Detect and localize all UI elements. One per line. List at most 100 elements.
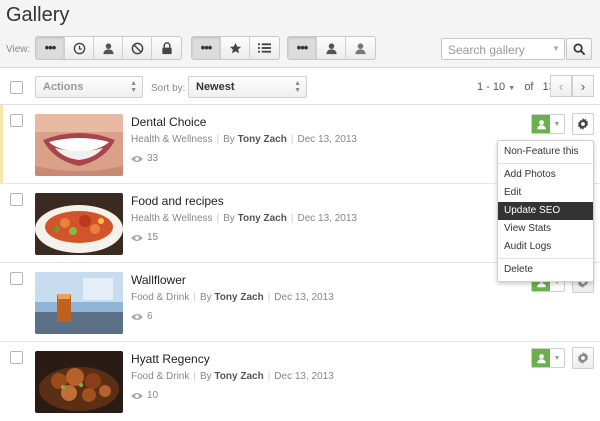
row-meta: Health & Wellness | By Tony Zach | Dec 13, 2… (131, 134, 357, 145)
page-title: Gallery (6, 4, 70, 26)
row-date: Dec 13, 2013 (274, 292, 334, 303)
menu-item-view-stats[interactable]: View Stats (498, 220, 593, 238)
row-title[interactable]: Hyatt Regency (131, 352, 210, 366)
eye-icon (131, 313, 143, 320)
filter-blocked-button[interactable] (123, 37, 152, 59)
row-category: Food & Drink (131, 371, 190, 382)
star-icon (229, 42, 241, 53)
row-checkbox[interactable] (10, 193, 23, 206)
row-view-count: 6 (147, 311, 153, 322)
owner-all-button[interactable]: ••• (288, 37, 317, 59)
page-range[interactable]: 1 - 10 (477, 81, 505, 93)
type-featured-button[interactable] (221, 37, 250, 59)
prev-page-button[interactable]: ‹ (550, 75, 572, 97)
row-author: Tony Zach (237, 134, 287, 145)
actions-bar: Actions ▲ ▼ Sort by: Newest ▲ ▼ 1 - 10 ▼ o… (0, 69, 600, 105)
settings-button[interactable] (572, 347, 594, 369)
more-dots-icon: ••• (296, 40, 309, 55)
lock-icon (161, 41, 172, 54)
row-author: Tony Zach (214, 371, 264, 382)
gear-icon (577, 117, 589, 131)
feature-status-indicator (532, 115, 550, 133)
filter-group-status: ••• (35, 36, 182, 60)
menu-divider (498, 163, 593, 164)
thumbnail-image[interactable] (35, 351, 123, 413)
row-views: 15 (131, 232, 158, 243)
menu-item-non-feature[interactable]: Non-Feature this (498, 143, 593, 161)
sort-select[interactable]: Newest ▲ ▼ (188, 76, 307, 98)
owner-mine-button[interactable] (317, 37, 346, 59)
menu-divider (498, 258, 593, 259)
eye-icon (131, 234, 143, 241)
header: Gallery (0, 0, 600, 30)
actions-select[interactable]: Actions ▲ ▼ (35, 76, 143, 98)
view-label: View: (6, 44, 31, 55)
row-views: 33 (131, 153, 158, 164)
feature-toggle-button[interactable]: ▼ (531, 348, 565, 368)
feature-toggle-button[interactable]: ▼ (531, 114, 565, 134)
search-dropdown-icon[interactable]: ▼ (552, 44, 560, 53)
row-checkbox[interactable] (10, 351, 23, 364)
sort-by-label: Sort by: (151, 83, 186, 94)
thumbnail-image[interactable] (35, 114, 123, 176)
thumbnail-image[interactable] (35, 193, 123, 255)
row-category: Health & Wellness (131, 134, 213, 145)
search-button[interactable] (566, 38, 592, 60)
next-page-button[interactable]: › (572, 75, 594, 97)
filter-scheduled-button[interactable] (65, 37, 94, 59)
menu-item-audit-logs[interactable]: Audit Logs (498, 238, 593, 256)
row-category: Health & Wellness (131, 213, 213, 224)
row-author: Tony Zach (214, 292, 264, 303)
chevron-down-icon: ▼ (553, 354, 561, 362)
row-date: Dec 13, 2013 (297, 134, 357, 145)
filter-group-owner: ••• (287, 36, 376, 60)
row-views: 6 (131, 311, 153, 322)
menu-item-add-photos[interactable]: Add Photos (498, 166, 593, 184)
search-input[interactable]: Search gallery (441, 38, 565, 60)
row-author-prefix: By (199, 292, 212, 303)
row-checkbox[interactable] (10, 114, 23, 127)
menu-item-update-seo[interactable]: Update SEO (498, 202, 593, 220)
row-view-count: 10 (147, 390, 159, 401)
row-views: 10 (131, 390, 158, 401)
filter-all-button[interactable]: ••• (36, 37, 65, 59)
filter-private-button[interactable] (152, 37, 181, 59)
settings-button[interactable] (572, 113, 594, 135)
row-author: Tony Zach (237, 213, 287, 224)
feature-status-indicator (532, 349, 550, 367)
type-all-button[interactable]: ••• (192, 37, 221, 59)
actions-select-label: Actions (43, 81, 84, 93)
type-list-button[interactable] (250, 37, 279, 59)
more-dots-icon: ••• (44, 40, 57, 55)
owner-others-button[interactable] (346, 37, 375, 59)
row-meta: Food & Drink | By Tony Zach | Dec 13, 2013 (131, 292, 334, 303)
row-author-prefix: By (223, 134, 235, 145)
filter-group-type: ••• (191, 36, 280, 60)
of-label: of (524, 81, 534, 93)
search-icon (573, 43, 585, 55)
row-category: Food & Drink (131, 292, 190, 303)
row-title[interactable]: Food and recipes (131, 194, 224, 208)
row-title[interactable]: Dental Choice (131, 115, 206, 129)
thumbnail-image[interactable] (35, 272, 123, 334)
row-actions-menu: Non-Feature this Add Photos Edit Update … (497, 140, 594, 282)
row-view-count: 33 (147, 153, 159, 164)
row-author-prefix: By (223, 213, 235, 224)
filter-user-button[interactable] (94, 37, 123, 59)
select-arrows-icon: ▲ ▼ (294, 80, 301, 94)
select-all-checkbox[interactable] (10, 81, 23, 94)
row-meta: Health & Wellness | By Tony Zach | Dec 13, 2… (131, 213, 357, 224)
row-author-prefix: By (199, 371, 212, 382)
more-dots-icon: ••• (200, 40, 213, 55)
sort-select-value: Newest (196, 81, 235, 93)
row-title[interactable]: Wallflower (131, 273, 186, 287)
page-range-caret-icon[interactable]: ▼ (508, 85, 515, 92)
user-icon (102, 42, 114, 54)
user-outline-icon (355, 42, 366, 54)
row-checkbox[interactable] (10, 272, 23, 285)
user-icon (536, 353, 546, 363)
menu-item-edit[interactable]: Edit (498, 184, 593, 202)
list-icon (258, 43, 271, 53)
row-date: Dec 13, 2013 (297, 213, 357, 224)
menu-item-delete[interactable]: Delete (498, 261, 593, 279)
